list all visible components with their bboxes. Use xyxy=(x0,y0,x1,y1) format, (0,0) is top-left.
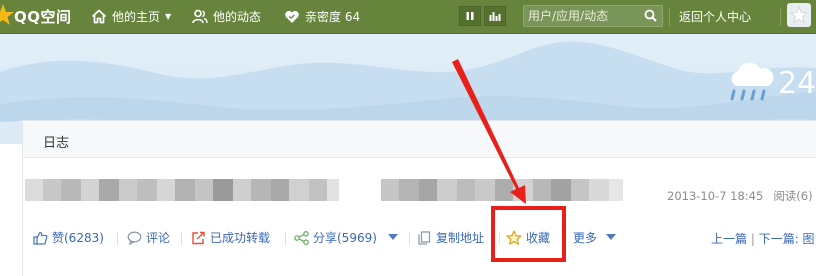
annotation-arrow xyxy=(452,59,526,204)
page: QQ空间 他的主页 ▼ 他的动态 亲密度 64 用户/应用/动态 返回个人中心 … xyxy=(0,0,816,276)
